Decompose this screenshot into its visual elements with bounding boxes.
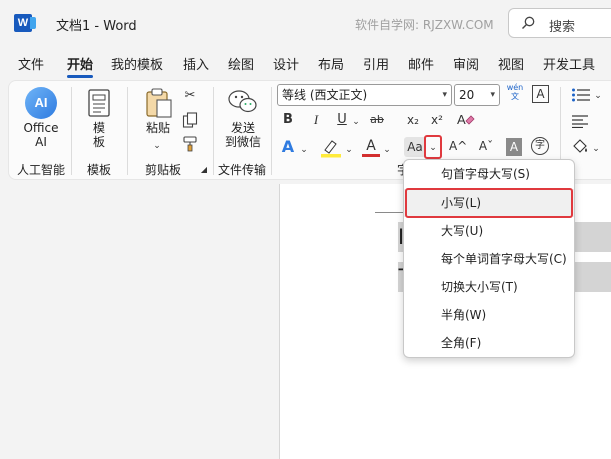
ribbon-tabs: 文件 开始 我的模板 插入 绘图 设计 布局 引用 邮件 审阅 视图 开发工具 (0, 50, 611, 78)
group-label-template: 模板 (87, 163, 112, 177)
tab-insert[interactable]: 插入 (183, 54, 209, 73)
office-ai-icon[interactable]: AI (25, 87, 57, 119)
paste-label[interactable]: 粘贴 (141, 121, 175, 135)
menu-item-full-width[interactable]: 全角(F) (404, 329, 574, 357)
chevron-down-icon[interactable]: ⌄ (593, 87, 603, 105)
highlight-box-lowercase (405, 188, 573, 218)
chevron-down-icon[interactable]: ⌄ (299, 141, 309, 159)
text-effects-button[interactable]: A (279, 138, 297, 156)
title-bar: W 文档1 - Word 软件自学网: RJZXW.COM 搜索 (0, 0, 611, 46)
chevron-down-icon[interactable]: ⌄ (591, 140, 601, 158)
group-divider (271, 87, 272, 175)
shading-bucket-icon[interactable] (571, 138, 589, 156)
font-size-select[interactable]: 20 ▾ (454, 84, 500, 106)
tab-design[interactable]: 设计 (273, 54, 299, 73)
format-painter-icon[interactable] (182, 136, 200, 152)
chevron-down-icon[interactable]: ⌄ (344, 141, 354, 159)
shrink-font-button[interactable]: Aˇ (477, 137, 495, 155)
enclose-characters-button[interactable]: 字 (531, 137, 549, 155)
word-logo-icon: W (14, 14, 36, 32)
cut-icon[interactable]: ✂ (181, 87, 199, 105)
copy-icon[interactable] (182, 112, 198, 128)
menu-item-half-width[interactable]: 半角(W) (404, 301, 574, 329)
group-divider (127, 87, 128, 175)
font-color-swatch (362, 154, 380, 157)
change-case-menu: 句首字母大写(S) 小写(L) 大写(U) 每个单词首字母大写(C) 切换大小写… (403, 159, 575, 358)
group-divider (213, 87, 214, 175)
tab-home[interactable]: 开始 (67, 54, 94, 78)
menu-item-sentence-case[interactable]: 句首字母大写(S) (404, 160, 574, 188)
watermark-text: 软件自学网: RJZXW.COM (355, 18, 494, 32)
template-label[interactable]: 模 板 (87, 121, 111, 149)
group-label-ai: 人工智能 (17, 163, 66, 177)
grow-font-button[interactable]: A^ (449, 137, 467, 155)
tab-developer[interactable]: 开发工具 (543, 54, 595, 73)
send-to-wechat-label[interactable]: 发送 到微信 (223, 121, 263, 149)
strikethrough-button[interactable]: ab (367, 111, 387, 129)
chevron-down-icon: ▾ (490, 90, 495, 100)
menu-item-toggle-case[interactable]: 切换大小写(T) (404, 273, 574, 301)
character-shading-button[interactable]: A (506, 138, 522, 156)
font-color-button[interactable]: A (362, 137, 380, 155)
bullets-icon[interactable] (571, 87, 591, 103)
wechat-icon[interactable] (227, 87, 259, 117)
superscript-button[interactable]: x² (429, 111, 445, 129)
underline-button[interactable]: U (334, 111, 350, 129)
font-name-select[interactable]: 等线 (西文正文) ▾ (277, 84, 452, 106)
align-left-icon[interactable] (571, 114, 589, 128)
group-label-clipboard: 剪贴板 (145, 163, 182, 177)
dialog-launcher-icon[interactable]: ◢ (199, 165, 209, 175)
menu-item-capitalize-each-word[interactable]: 每个单词首字母大写(C) (404, 245, 574, 273)
font-size-value: 20 (459, 88, 475, 102)
tab-draw[interactable]: 绘图 (228, 54, 254, 73)
chevron-down-icon[interactable]: ⌄ (351, 113, 361, 131)
document-title: 文档1 - Word (56, 19, 137, 34)
bold-button[interactable]: B (280, 111, 296, 129)
group-divider (71, 87, 72, 175)
change-case-button[interactable]: Aa (404, 137, 426, 157)
search-label: 搜索 (549, 20, 576, 35)
phonetic-guide-icon[interactable]: wén 文 (505, 83, 525, 101)
menu-item-uppercase[interactable]: 大写(U) (404, 217, 574, 245)
tab-references[interactable]: 引用 (363, 54, 389, 73)
subscript-button[interactable]: x₂ (405, 111, 421, 129)
office-ai-label[interactable]: Office AI (21, 121, 61, 149)
margin-marker (375, 212, 405, 213)
search-box[interactable]: 搜索 (508, 8, 611, 38)
chevron-down-icon: ▾ (442, 90, 447, 100)
tab-mailings[interactable]: 邮件 (408, 54, 434, 73)
paste-dropdown-chevron-icon[interactable]: ⌄ (149, 137, 165, 155)
clear-formatting-icon[interactable]: A (455, 111, 475, 129)
tab-review[interactable]: 审阅 (453, 54, 479, 73)
search-icon (522, 16, 535, 29)
template-icon[interactable] (87, 89, 111, 117)
tab-my-templates[interactable]: 我的模板 (111, 54, 163, 73)
tab-layout[interactable]: 布局 (318, 54, 344, 73)
group-label-file-transfer: 文件传输 (218, 163, 267, 177)
highlight-box-change-case-arrow (424, 135, 442, 159)
font-name-value: 等线 (西文正文) (282, 88, 368, 102)
character-border-icon[interactable]: A (532, 85, 549, 103)
tab-file[interactable]: 文件 (18, 54, 44, 73)
tab-view[interactable]: 视图 (498, 54, 524, 73)
highlighter-icon[interactable] (320, 138, 342, 158)
italic-button[interactable]: I (308, 111, 324, 129)
chevron-down-icon[interactable]: ⌄ (382, 141, 392, 159)
svg-text:A: A (457, 112, 466, 127)
paste-icon[interactable] (145, 87, 173, 119)
